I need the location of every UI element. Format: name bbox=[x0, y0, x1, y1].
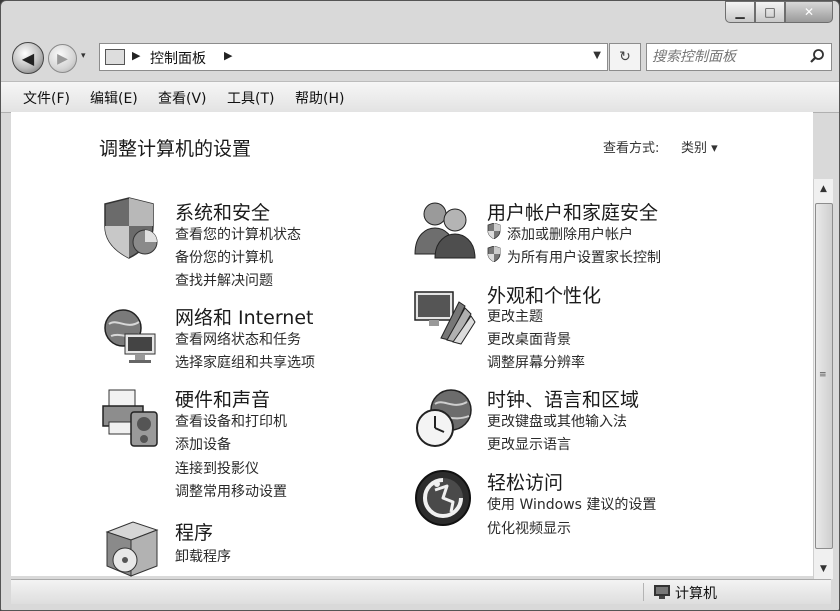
page-title: 调整计算机的设置 bbox=[99, 138, 252, 160]
category-hardware-sound[interactable]: 硬件和声音 bbox=[175, 385, 270, 412]
back-button[interactable]: ◀ bbox=[12, 42, 44, 74]
close-button[interactable]: ✕ bbox=[785, 1, 833, 23]
content-pane: 调整计算机的设置 查看方式: 类别 ▾ 系统和安全 查看您的计算机状态 备份您的… bbox=[11, 112, 813, 577]
network-globe-icon[interactable] bbox=[99, 304, 163, 368]
menu-view[interactable]: 查看(V) bbox=[158, 88, 207, 108]
appearance-personalization-icon[interactable] bbox=[413, 282, 477, 346]
category-network-internet[interactable]: 网络和 Internet bbox=[175, 303, 313, 330]
link-connect-projector[interactable]: 连接到投影仪 bbox=[175, 458, 259, 478]
link-change-keyboard[interactable]: 更改键盘或其他输入法 bbox=[487, 411, 627, 431]
scroll-down-button[interactable]: ▼ bbox=[814, 559, 833, 579]
menu-file[interactable]: 文件(F) bbox=[23, 88, 70, 108]
link-uninstall-program[interactable]: 卸载程序 bbox=[175, 546, 231, 566]
address-dropdown-icon[interactable]: ▼ bbox=[593, 50, 601, 61]
link-view-computer-status[interactable]: 查看您的计算机状态 bbox=[175, 224, 301, 244]
menu-edit[interactable]: 编辑(E) bbox=[90, 88, 138, 108]
link-change-theme[interactable]: 更改主题 bbox=[487, 306, 543, 326]
category-ease-of-access[interactable]: 轻松访问 bbox=[487, 468, 563, 495]
menu-bar: 文件(F) 编辑(E) 查看(V) 工具(T) 帮助(H) bbox=[1, 81, 839, 113]
link-troubleshoot[interactable]: 查找并解决问题 bbox=[175, 270, 273, 290]
control-panel-window: ▁ □ ✕ ◀ ▶ ▾ ▶ 控制面板 ▶ ▼ ↻ 文件(F) 编辑(E) 查看(… bbox=[0, 0, 840, 611]
clock-globe-icon[interactable] bbox=[413, 386, 477, 450]
maximize-button[interactable]: □ bbox=[755, 1, 785, 23]
scroll-up-button[interactable]: ▲ bbox=[814, 179, 833, 199]
search-box[interactable] bbox=[646, 43, 832, 71]
category-clock-language-region[interactable]: 时钟、语言和区域 bbox=[487, 385, 639, 412]
link-recommended-settings[interactable]: 使用 Windows 建议的设置 bbox=[487, 494, 656, 514]
menu-help[interactable]: 帮助(H) bbox=[295, 88, 344, 108]
link-mobility-settings[interactable]: 调整常用移动设置 bbox=[175, 481, 287, 501]
hardware-printer-icon[interactable] bbox=[99, 386, 163, 450]
status-divider bbox=[643, 583, 644, 601]
refresh-button[interactable]: ↻ bbox=[609, 43, 641, 71]
link-add-device[interactable]: 添加设备 bbox=[175, 434, 231, 454]
status-bar: 计算机 bbox=[11, 579, 831, 604]
forward-button[interactable]: ▶ bbox=[48, 44, 77, 73]
computer-icon bbox=[654, 585, 670, 599]
vertical-scrollbar[interactable]: ▲ ≡ ▼ bbox=[813, 179, 833, 579]
link-network-status[interactable]: 查看网络状态和任务 bbox=[175, 329, 301, 349]
minimize-button[interactable]: ▁ bbox=[725, 1, 755, 23]
grip-icon: ≡ bbox=[819, 370, 827, 380]
link-change-desktop-background[interactable]: 更改桌面背景 bbox=[487, 329, 571, 349]
category-appearance-personalization[interactable]: 外观和个性化 bbox=[487, 281, 601, 308]
link-optimize-visual-display[interactable]: 优化视频显示 bbox=[487, 518, 571, 538]
caption-buttons: ▁ □ ✕ bbox=[725, 1, 833, 23]
uac-shield-icon bbox=[487, 246, 501, 262]
breadcrumb-separator-icon[interactable]: ▶ bbox=[132, 49, 140, 62]
link-adjust-resolution[interactable]: 调整屏幕分辨率 bbox=[487, 352, 585, 372]
breadcrumb-control-panel[interactable]: 控制面板 bbox=[150, 48, 206, 68]
user-accounts-icon[interactable] bbox=[413, 196, 477, 260]
view-by-label: 查看方式: bbox=[603, 141, 660, 156]
address-bar[interactable]: ▶ 控制面板 ▶ ▼ bbox=[99, 43, 608, 71]
status-location: 计算机 bbox=[675, 586, 717, 602]
scroll-thumb[interactable]: ≡ bbox=[815, 203, 833, 549]
link-backup-computer[interactable]: 备份您的计算机 bbox=[175, 247, 273, 267]
search-icon[interactable] bbox=[809, 48, 825, 64]
recent-pages-dropdown[interactable]: ▾ bbox=[81, 51, 86, 61]
navigation-bar: ◀ ▶ ▾ ▶ 控制面板 ▶ ▼ ↻ bbox=[1, 39, 839, 75]
category-programs[interactable]: 程序 bbox=[175, 518, 213, 545]
ease-of-access-icon[interactable] bbox=[413, 468, 477, 532]
control-panel-icon bbox=[105, 49, 125, 65]
category-system-security[interactable]: 系统和安全 bbox=[175, 198, 270, 225]
link-devices-printers[interactable]: 查看设备和打印机 bbox=[175, 411, 287, 431]
programs-box-icon[interactable] bbox=[99, 516, 163, 580]
breadcrumb-separator-icon[interactable]: ▶ bbox=[224, 49, 232, 62]
system-security-shield-icon[interactable] bbox=[99, 196, 163, 260]
link-parental-controls[interactable]: 为所有用户设置家长控制 bbox=[507, 247, 661, 267]
view-by-dropdown[interactable]: 类别 ▾ bbox=[681, 137, 718, 156]
menu-tools[interactable]: 工具(T) bbox=[227, 88, 274, 108]
category-user-accounts[interactable]: 用户帐户和家庭安全 bbox=[487, 198, 658, 225]
search-input[interactable] bbox=[650, 46, 804, 68]
link-change-display-language[interactable]: 更改显示语言 bbox=[487, 434, 571, 454]
link-homegroup-sharing[interactable]: 选择家庭组和共享选项 bbox=[175, 352, 315, 372]
uac-shield-icon bbox=[487, 223, 501, 239]
link-add-remove-accounts[interactable]: 添加或删除用户帐户 bbox=[507, 224, 633, 244]
